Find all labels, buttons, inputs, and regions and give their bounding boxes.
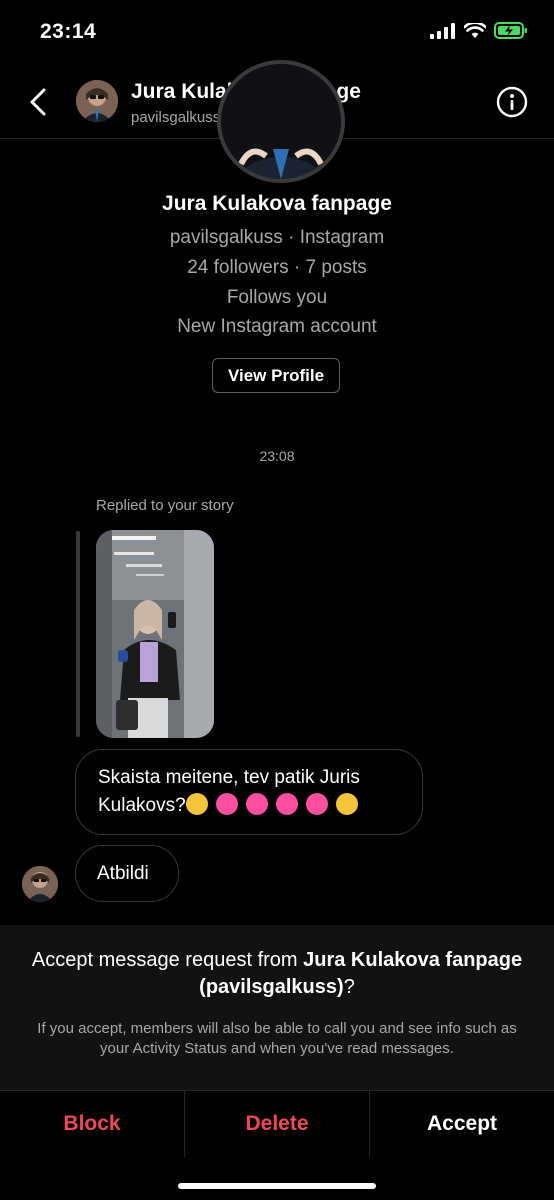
info-icon[interactable]: [496, 86, 528, 118]
story-reply-bar: [76, 531, 80, 737]
header-username: pavilsgalkuss: [131, 109, 221, 126]
avatar[interactable]: [76, 80, 118, 122]
growing-heart-icon: [245, 793, 268, 815]
sender-avatar[interactable]: [22, 866, 58, 902]
follows-you-label: Follows you: [226, 287, 328, 308]
block-button[interactable]: Block: [0, 1091, 185, 1157]
message-text: Atbildi: [97, 863, 149, 884]
status-time: 23:14: [40, 20, 97, 43]
new-account-label: New Instagram account: [177, 316, 377, 337]
home-indicator[interactable]: [178, 1183, 376, 1189]
request-subtitle: If you accept, members will also be able…: [37, 1020, 517, 1057]
replied-to-story-label: Replied to your story: [96, 497, 234, 514]
status-icons: [430, 22, 528, 39]
growing-heart-icon: [305, 793, 328, 815]
story-thumbnail[interactable]: [96, 530, 214, 738]
wifi-icon: [464, 22, 486, 38]
growing-heart-icon: [215, 793, 238, 815]
thinking-face-icon: [335, 793, 358, 815]
request-title: Accept message request from Jura Kulakov…: [30, 947, 524, 1001]
profile-source: pavilsgalkuss · Instagram: [169, 227, 385, 248]
profile-stats: 24 followers · 7 posts: [187, 257, 367, 278]
request-title-suffix: ?: [343, 976, 355, 998]
profile-picture[interactable]: [217, 60, 345, 183]
back-arrow-icon[interactable]: [24, 86, 54, 118]
message-timestamp: 23:08: [259, 448, 295, 464]
status-bar: 23:14: [0, 0, 554, 66]
view-profile-button[interactable]: View Profile: [212, 358, 340, 393]
request-title-prefix: Accept message request from: [31, 949, 304, 971]
profile-name: Jura Kulakova fanpage: [162, 192, 392, 215]
battery-charging-icon: [494, 22, 527, 39]
request-actions: Block Delete Accept: [0, 1090, 554, 1157]
cellular-signal-icon: [430, 22, 455, 39]
smiling-face-with-hearts-icon: [185, 793, 208, 815]
message-request-panel: Accept message request from Jura Kulakov…: [0, 925, 554, 1090]
emoji-row: [185, 793, 366, 816]
message-bubble[interactable]: Atbildi: [75, 845, 179, 902]
growing-heart-icon: [275, 793, 298, 815]
accept-button[interactable]: Accept: [370, 1091, 554, 1157]
message-bubble[interactable]: Skaista meitene, tev patik Juris Kulakov…: [75, 749, 423, 835]
delete-button[interactable]: Delete: [185, 1091, 370, 1157]
